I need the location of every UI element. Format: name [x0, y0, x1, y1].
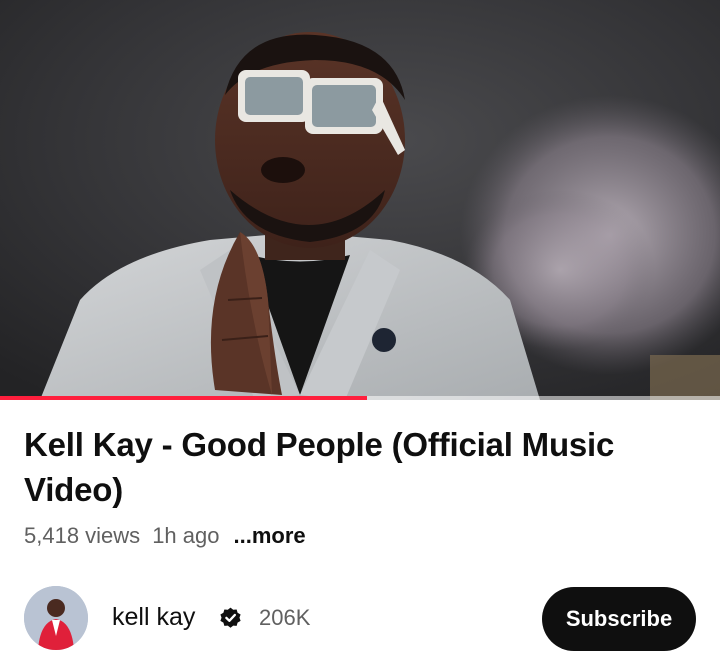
video-meta[interactable]: 5,418 views 1h ago ...more	[24, 523, 318, 549]
subscriber-count: 206K	[259, 605, 311, 630]
channel-row: kell kay 206K Subscribe	[24, 586, 696, 652]
video-title[interactable]: Kell Kay - Good People (Official Music V…	[24, 422, 684, 512]
video-info-sheet: Kell Kay - Good People (Official Music V…	[0, 400, 720, 663]
upload-age: 1h ago	[152, 523, 220, 548]
video-player[interactable]	[0, 0, 720, 400]
view-count: 5,418 views	[24, 523, 141, 548]
avatar-image	[24, 586, 88, 650]
more-link[interactable]: ...more	[233, 523, 305, 549]
channel-name[interactable]: kell kay	[112, 603, 195, 632]
video-frame-image	[0, 0, 720, 400]
subscribe-button[interactable]: Subscribe	[542, 587, 696, 651]
verified-badge-icon	[220, 607, 241, 628]
channel-avatar[interactable]	[24, 586, 88, 650]
